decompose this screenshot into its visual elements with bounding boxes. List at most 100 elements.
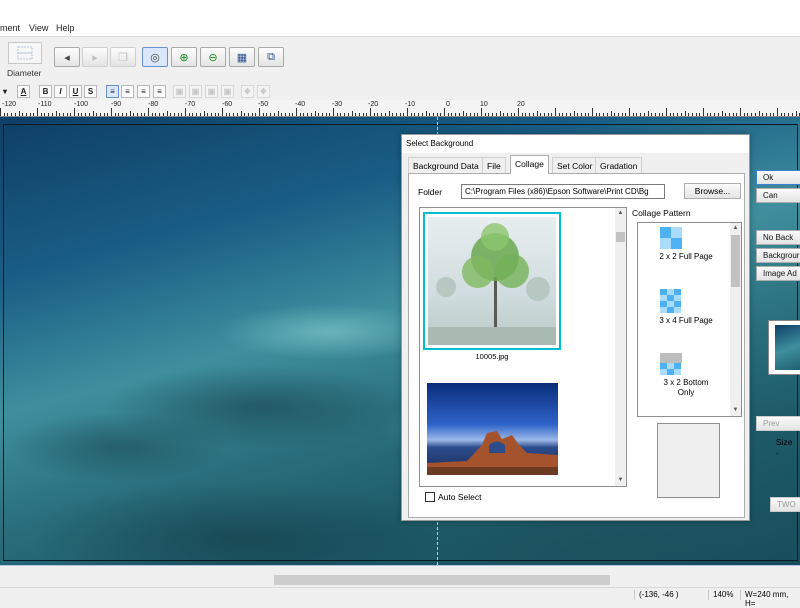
ruler-tick — [688, 113, 690, 116]
browse-button[interactable]: Browse... — [684, 183, 741, 199]
tab-collage[interactable]: Collage — [510, 155, 549, 174]
canvas-scroll-thumb[interactable] — [274, 575, 610, 585]
tab-background-data[interactable]: Background Data — [408, 157, 484, 173]
ruler-tick — [155, 113, 157, 116]
arrange-back-button[interactable]: ▣ — [189, 85, 202, 98]
menu-help[interactable]: Help — [56, 23, 75, 33]
pattern-2-label: 3 x 4 Full Page — [659, 316, 713, 325]
scroll-up-arrow-icon[interactable]: ▲ — [616, 209, 625, 218]
ruler-tick — [780, 113, 782, 116]
ruler-tick — [133, 113, 135, 116]
two-button[interactable]: TWO — [770, 497, 800, 512]
font-size-dropdown[interactable]: ▾ — [0, 85, 10, 98]
ruler-tick — [214, 113, 216, 116]
tree-image — [428, 217, 556, 345]
group-button[interactable]: ▣ — [205, 85, 218, 98]
toolbar: Diameter ◂ ▸ ❐ ◎ ⊕ ⊖ ▦ ⧉ — [0, 36, 800, 86]
ruler-label: -50 — [258, 101, 269, 108]
redo-button[interactable]: ▸ — [82, 47, 108, 67]
ruler-tick — [303, 113, 305, 116]
arrange-front-button[interactable]: ▣ — [173, 85, 186, 98]
ruler-tick — [270, 113, 272, 116]
preview-button[interactable]: Prev — [756, 416, 800, 431]
pattern-3x4-full-page[interactable]: 3 x 4 Full Page — [638, 287, 734, 347]
strikethrough-button[interactable]: S — [84, 85, 97, 98]
zoom-out-button[interactable]: ⊖ — [200, 47, 226, 67]
justify-button[interactable]: ≡ — [153, 85, 166, 98]
diameter-label: Diameter — [7, 68, 42, 78]
no-background-button[interactable]: No Back — [756, 230, 800, 245]
ruler-tick — [736, 113, 738, 116]
image-list[interactable]: 10005.jpg ▲ ▼ — [419, 207, 627, 487]
collage-pattern-label: Collage Pattern — [632, 208, 691, 218]
undo-button[interactable]: ◂ — [54, 47, 80, 67]
tab-file[interactable]: File — [482, 157, 506, 173]
format-bar: ▾ A B I U S ≡ ≡ ≡ ≡ ▣ ▣ ▣ ▣ ✥ ✥ — [0, 85, 800, 99]
ok-button[interactable]: Ok — [756, 170, 800, 185]
background-button[interactable]: Backgrour — [756, 248, 800, 263]
ruler-tick — [296, 108, 297, 116]
canvas-horizontal-scrollbar[interactable] — [0, 565, 800, 588]
collage-pattern-list[interactable]: 2 x 2 Full Page 3 x 4 Full Page 3 x 2 Bo… — [637, 222, 742, 417]
italic-button[interactable]: I — [54, 85, 67, 98]
pattern-2x2-full-page[interactable]: 2 x 2 Full Page — [638, 223, 734, 283]
align-right-button[interactable]: ≡ — [137, 85, 150, 98]
fit-view-button[interactable]: ◎ — [142, 47, 168, 67]
font-color-button[interactable]: A — [17, 85, 30, 98]
copy-icon: ❐ — [118, 51, 128, 64]
pattern-list-scrollbar[interactable]: ▲ ▼ — [730, 223, 741, 416]
ruler-tick — [654, 113, 656, 116]
ruler-tick — [151, 113, 153, 116]
ruler-tick — [384, 113, 386, 116]
image-list-scrollbar[interactable]: ▲ ▼ — [615, 208, 626, 486]
menu-view[interactable]: View — [29, 23, 48, 33]
align-left-button[interactable]: ≡ — [106, 85, 119, 98]
ruler-tick — [481, 108, 482, 116]
scroll-down-arrow-icon[interactable]: ▼ — [616, 476, 625, 485]
pattern-scroll-down-icon[interactable]: ▼ — [731, 406, 740, 415]
ruler-tick — [566, 113, 568, 116]
pattern-3-label: 3 x 2 Bottom Only — [663, 378, 709, 397]
tab-set-color[interactable]: Set Color — [552, 157, 598, 173]
scroll-thumb[interactable] — [616, 232, 625, 242]
ruler-tick — [181, 113, 183, 116]
auto-select-checkbox[interactable] — [425, 492, 435, 502]
folder-path-input[interactable]: C:\Program Files (x86)\Epson Software\Pr… — [461, 184, 665, 199]
ruler-tick — [521, 113, 523, 116]
ruler-tick — [410, 113, 412, 116]
ruler-tick — [429, 113, 431, 116]
ruler-tick — [355, 113, 357, 116]
image-1-filename: 10005.jpg — [475, 352, 509, 361]
pattern-scroll-thumb[interactable] — [731, 235, 740, 287]
tab-gradation[interactable]: Gradation — [595, 157, 643, 173]
distribute-button[interactable]: ✥ — [257, 85, 270, 98]
align-center-button[interactable]: ≡ — [121, 85, 134, 98]
ruler-tick — [81, 113, 83, 116]
zoom-in-button[interactable]: ⊕ — [171, 47, 197, 67]
diameter-button[interactable] — [8, 42, 42, 64]
ruler-tick — [362, 113, 364, 116]
ruler-tick — [14, 113, 16, 116]
menu-document[interactable]: ment — [0, 23, 20, 33]
menu-bar: ment View Help — [0, 0, 800, 36]
image-item-selected[interactable] — [423, 212, 561, 350]
layout-button[interactable]: ⧉ — [258, 47, 284, 67]
ruler-tick — [403, 113, 405, 116]
ruler-tick — [421, 113, 423, 116]
pattern-3x2-bottom-only[interactable]: 3 x 2 Bottom Only — [638, 351, 734, 411]
image-adjust-button[interactable]: Image Ad — [756, 266, 800, 281]
underline-button[interactable]: U — [69, 85, 82, 98]
align-objects-button[interactable]: ✥ — [241, 85, 254, 98]
ungroup-button[interactable]: ▣ — [221, 85, 234, 98]
arch-image[interactable] — [427, 383, 558, 475]
copy-button[interactable]: ❐ — [110, 47, 136, 67]
cancel-button[interactable]: Can — [756, 188, 800, 203]
zoom-level: 140% — [708, 590, 733, 600]
align-left-icon: ≡ — [110, 87, 115, 96]
ruler-tick — [162, 113, 164, 116]
grid-button[interactable]: ▦ — [229, 47, 255, 67]
ruler-tick — [469, 113, 471, 116]
pattern-scroll-up-icon[interactable]: ▲ — [731, 224, 740, 233]
pattern-1-label: 2 x 2 Full Page — [659, 252, 713, 261]
bold-button[interactable]: B — [39, 85, 52, 98]
